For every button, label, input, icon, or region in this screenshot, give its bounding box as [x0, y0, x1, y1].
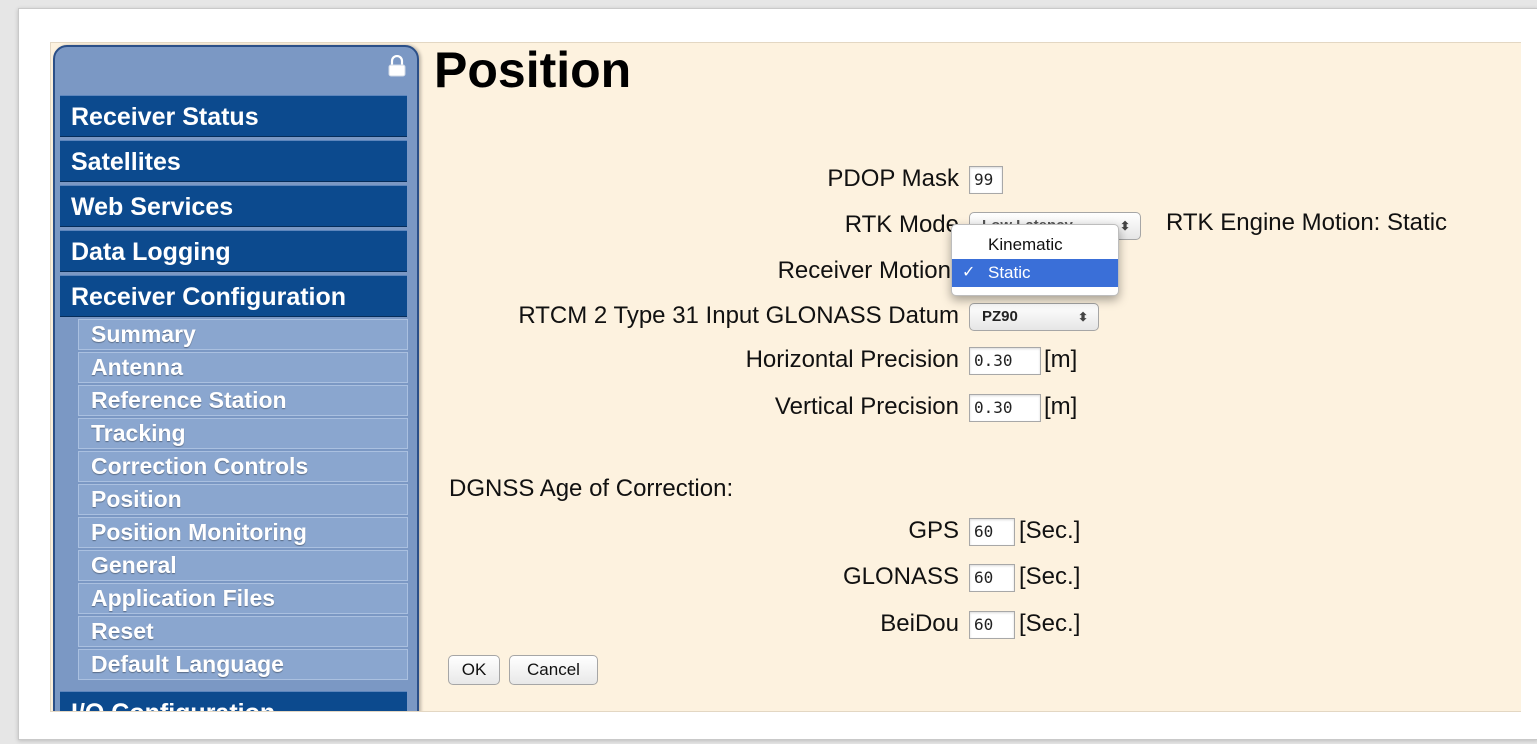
sidebar-subitem-correction-controls[interactable]: Correction Controls	[78, 451, 408, 482]
sidebar-item-satellites[interactable]: Satellites	[60, 140, 407, 182]
page-area: Receiver Status Satellites Web Services …	[50, 42, 1521, 712]
glonass-age-input[interactable]: 60	[969, 564, 1015, 592]
sidebar-item-receiver-configuration[interactable]: Receiver Configuration	[60, 275, 407, 317]
lock-icon[interactable]	[387, 55, 407, 77]
horizontal-precision-label: Horizontal Precision	[745, 346, 959, 373]
receiver-motion-label: Receiver Motion	[777, 257, 951, 284]
pdop-mask-label: PDOP Mask	[827, 165, 959, 192]
sidebar-item-data-logging[interactable]: Data Logging	[60, 230, 407, 272]
sidebar-subitem-application-files[interactable]: Application Files	[78, 583, 408, 614]
sidebar-subitem-summary[interactable]: Summary	[78, 319, 408, 350]
page-title: Position	[434, 42, 632, 98]
receiver-motion-option-kinematic[interactable]: Kinematic	[952, 231, 1118, 259]
sidebar-item-receiver-status[interactable]: Receiver Status	[60, 95, 407, 137]
gps-age-unit: [Sec.]	[1019, 517, 1081, 544]
receiver-motion-option-static-label: Static	[988, 263, 1031, 282]
rtk-mode-label: RTK Mode	[844, 211, 959, 238]
horizontal-precision-input[interactable]: 0.30	[969, 347, 1041, 375]
beidou-age-unit: [Sec.]	[1019, 610, 1081, 637]
receiver-configuration-submenu: Summary Antenna Reference Station Tracki…	[78, 319, 408, 682]
gps-age-input[interactable]: 60	[969, 518, 1015, 546]
rtcm-glonass-datum-label: RTCM 2 Type 31 Input GLONASS Datum	[518, 302, 959, 329]
rtk-engine-motion-status: RTK Engine Motion: Static	[1166, 209, 1448, 236]
sidebar-subitem-default-language[interactable]: Default Language	[78, 649, 408, 680]
select-arrows-icon: ⬍	[1119, 219, 1130, 233]
pdop-mask-input[interactable]: 99	[969, 166, 1003, 194]
rtcm-glonass-datum-value: PZ90	[982, 308, 1018, 325]
beidou-age-label: BeiDou	[880, 610, 959, 637]
beidou-age-input[interactable]: 60	[969, 611, 1015, 639]
vertical-precision-label: Vertical Precision	[774, 393, 959, 420]
sidebar-subitem-reset[interactable]: Reset	[78, 616, 408, 647]
dgnss-age-heading: DGNSS Age of Correction:	[449, 475, 734, 502]
glonass-age-unit: [Sec.]	[1019, 563, 1081, 590]
sidebar-subitem-position[interactable]: Position	[78, 484, 408, 515]
sidebar-item-io-configuration[interactable]: I/O Configuration	[60, 691, 407, 711]
sidebar-subitem-position-monitoring[interactable]: Position Monitoring	[78, 517, 408, 548]
sidebar-menu: Receiver Status Satellites Web Services …	[53, 45, 419, 711]
rtcm-glonass-datum-select[interactable]: PZ90 ⬍	[969, 303, 1099, 331]
sidebar-subitem-antenna[interactable]: Antenna	[78, 352, 408, 383]
receiver-motion-option-static[interactable]: ✓ Static	[952, 259, 1118, 287]
vertical-precision-input[interactable]: 0.30	[969, 394, 1041, 422]
vertical-precision-unit: [m]	[1044, 393, 1078, 420]
glonass-age-label: GLONASS	[842, 563, 959, 590]
sidebar-subitem-tracking[interactable]: Tracking	[78, 418, 408, 449]
horizontal-precision-unit: [m]	[1044, 346, 1078, 373]
sidebar-subitem-general[interactable]: General	[78, 550, 408, 581]
sidebar-item-web-services[interactable]: Web Services	[60, 185, 407, 227]
ok-button[interactable]: OK	[448, 655, 500, 685]
checkmark-icon: ✓	[962, 264, 976, 281]
gps-age-label: GPS	[908, 517, 959, 544]
select-arrows-icon: ⬍	[1077, 310, 1088, 324]
receiver-motion-dropdown: Kinematic ✓ Static	[951, 224, 1119, 296]
sidebar-subitem-reference-station[interactable]: Reference Station	[78, 385, 408, 416]
cancel-button[interactable]: Cancel	[509, 655, 598, 685]
